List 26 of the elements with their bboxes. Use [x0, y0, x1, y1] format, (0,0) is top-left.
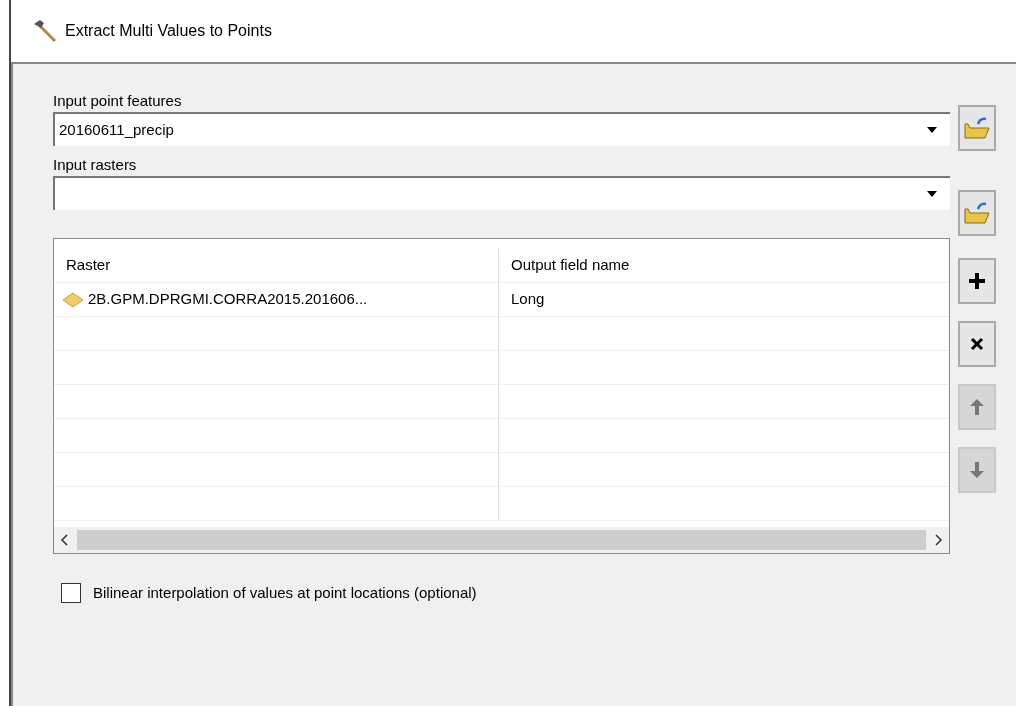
down-arrow-icon [968, 461, 986, 479]
scrollbar-thumb[interactable] [77, 530, 926, 550]
window-title: Extract Multi Values to Points [65, 21, 272, 41]
raster-icon [62, 291, 84, 308]
dropdown-arrow-icon [926, 190, 938, 198]
field-label: Input rasters [53, 155, 138, 175]
close-icon [968, 335, 986, 353]
table-cell-text: 2B.GPM.DPRGMI.CORRA2015.201606... [88, 289, 368, 310]
browse-folder-button[interactable] [958, 105, 996, 151]
add-button[interactable] [958, 258, 996, 304]
field-label: Input point features [53, 91, 183, 111]
browse-folder-button[interactable] [958, 190, 996, 236]
checkbox[interactable] [61, 583, 81, 604]
checkbox-label: Bilinear interpolation of values at point locations (optional) [93, 583, 477, 603]
horizontal-scrollbar[interactable] [54, 527, 949, 553]
plus-icon [968, 272, 986, 290]
dropdown-field[interactable]: 20160611_precip [53, 112, 950, 146]
up-arrow-icon [968, 398, 986, 416]
folder-icon [964, 201, 990, 225]
column-header[interactable]: Output field name [499, 249, 949, 282]
folder-icon [964, 116, 990, 140]
dropdown-field[interactable] [53, 176, 950, 210]
dropdown-arrow-icon [926, 126, 938, 134]
table-cell-text: Long [511, 289, 545, 310]
column-header[interactable]: Raster [54, 249, 499, 282]
remove-button[interactable] [958, 321, 996, 367]
